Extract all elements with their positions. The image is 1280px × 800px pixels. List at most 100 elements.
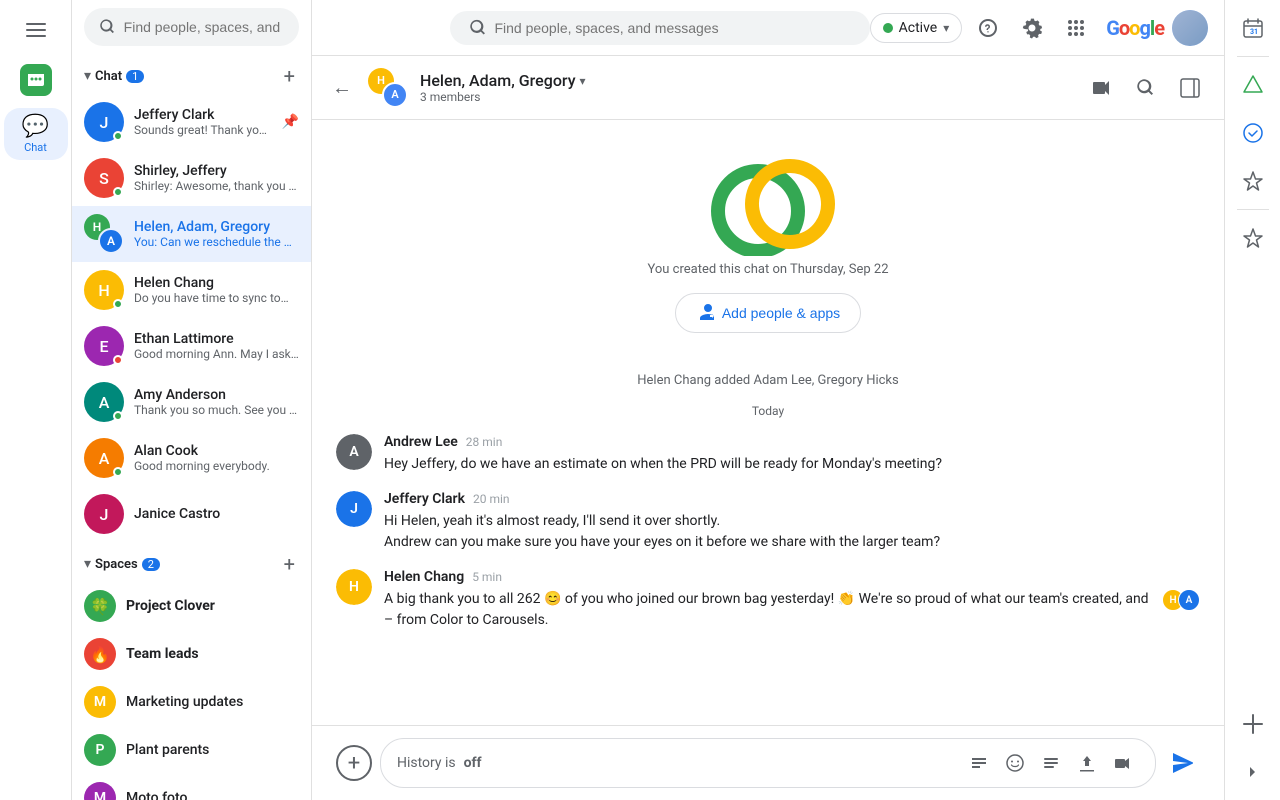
- upload-button[interactable]: [1071, 747, 1103, 779]
- keep-button[interactable]: [1233, 161, 1273, 201]
- space-icon: M: [84, 782, 116, 800]
- chat-name: Janice Castro: [134, 506, 299, 522]
- drive-button[interactable]: [1233, 65, 1273, 105]
- global-search-input[interactable]: [494, 20, 849, 36]
- sidebar-search-container: [72, 0, 311, 54]
- spaces-section-header[interactable]: ▾ Spaces 2 +: [72, 542, 311, 582]
- tasks-button[interactable]: [1233, 113, 1273, 153]
- user-avatar-button[interactable]: [1172, 10, 1208, 46]
- status-chevron: ▾: [943, 21, 949, 35]
- message-text-2: Andrew can you make sure you have your e…: [384, 532, 1200, 553]
- spaces-section-title: Spaces: [95, 557, 138, 572]
- emoji-icon: [1006, 754, 1024, 772]
- left-navigation-rail: 💬 Chat: [0, 0, 72, 800]
- chat-preview: Do you have time to sync tomorrow mori..…: [134, 291, 299, 305]
- space-icon: 🍀: [84, 590, 116, 622]
- sender-name: Andrew Lee: [384, 434, 458, 450]
- expand-panel-button[interactable]: [1233, 752, 1273, 792]
- back-button[interactable]: ←: [328, 71, 356, 104]
- apps-button[interactable]: [1058, 10, 1094, 46]
- reaction-avatars: H A: [1166, 589, 1200, 611]
- chat-info: Shirley, Jeffery Shirley: Awesome, thank…: [134, 163, 299, 193]
- search-bar[interactable]: [84, 8, 299, 46]
- avatar-wrap: S: [84, 158, 124, 198]
- chat-section-header[interactable]: ▾ Chat 1 +: [72, 54, 311, 94]
- reaction-avatar-2: A: [1178, 589, 1200, 611]
- search-input[interactable]: [124, 19, 283, 35]
- global-search-bar[interactable]: [450, 11, 870, 45]
- chat-item-ethan-lattimore[interactable]: E Ethan Lattimore Good morning Ann. May …: [72, 318, 311, 374]
- avatar-wrap: A: [84, 382, 124, 422]
- sender-name: Helen Chang: [384, 569, 464, 585]
- global-search-icon: [470, 19, 487, 37]
- hamburger-menu-button[interactable]: [14, 8, 58, 56]
- chat-name: Amy Anderson: [134, 387, 299, 403]
- video-icon: [1091, 77, 1113, 99]
- chat-section-title: Chat: [95, 69, 122, 84]
- message-input-container[interactable]: History is off: [380, 738, 1156, 788]
- input-toolbar: [963, 747, 1139, 779]
- space-item-project-clover[interactable]: 🍀 Project Clover: [72, 582, 311, 630]
- chat-item-helen-chang[interactable]: H Helen Chang Do you have time to sync t…: [72, 262, 311, 318]
- pin-icon: 📌: [282, 114, 299, 130]
- toggle-sidebar-button[interactable]: [1172, 70, 1208, 106]
- settings-button[interactable]: [1014, 10, 1050, 46]
- avatar-wrap: H: [84, 270, 124, 310]
- chat-info: Jeffery Clark Sounds great! Thank you so…: [134, 107, 272, 137]
- message-text: Hey Jeffery, do we have an estimate on w…: [384, 454, 1200, 475]
- header-action-buttons: [1084, 70, 1208, 106]
- space-item-team-leads[interactable]: 🔥 Team leads: [72, 630, 311, 678]
- chat-unread-badge: 1: [126, 70, 144, 83]
- video-call-button[interactable]: [1084, 70, 1120, 106]
- online-status-dot: [113, 131, 123, 141]
- message-text: A big thank you to all 262 😊 of you who …: [384, 589, 1154, 631]
- chat-info: Helen Chang Do you have time to sync tom…: [134, 275, 299, 305]
- emoji-button[interactable]: [999, 747, 1031, 779]
- chat-section-chevron: ▾: [84, 68, 91, 84]
- chat-group-name[interactable]: Helen, Adam, Gregory ▾: [420, 71, 1072, 90]
- new-chat-button[interactable]: +: [280, 62, 299, 90]
- chat-item-amy-anderson[interactable]: A Amy Anderson Thank you so much. See yo…: [72, 374, 311, 430]
- format-text-button[interactable]: [963, 747, 995, 779]
- main-chat-area: Active ▾: [312, 0, 1224, 800]
- star-button[interactable]: [1233, 218, 1273, 258]
- add-people-label: Add people & apps: [722, 305, 840, 321]
- chat-preview: Good morning everybody.: [134, 459, 299, 473]
- online-status-dot: [113, 467, 123, 477]
- chat-item-janice-castro[interactable]: J Janice Castro: [72, 486, 311, 542]
- chat-item-shirley-jeffery[interactable]: S Shirley, Jeffery Shirley: Awesome, tha…: [72, 150, 311, 206]
- chat-info: Ethan Lattimore Good morning Ann. May I …: [134, 331, 299, 361]
- message-group-jeffery: J Jeffery Clark 20 min Hi Helen, yeah it…: [336, 491, 1200, 553]
- space-item-moto-foto[interactable]: M Moto foto: [72, 774, 311, 800]
- send-button[interactable]: [1164, 745, 1200, 781]
- chat-search-button[interactable]: [1128, 70, 1164, 106]
- chat-item-helen-adam-gregory[interactable]: H A Helen, Adam, Gregory You: Can we res…: [72, 206, 311, 262]
- avatar: J: [84, 494, 124, 534]
- video-message-button[interactable]: [1107, 747, 1139, 779]
- more-options-icon: [1042, 754, 1060, 772]
- chat-preview: Thank you so much. See you there.: [134, 403, 299, 417]
- space-name: Project Clover: [126, 598, 215, 614]
- add-attachment-button[interactable]: +: [336, 745, 372, 781]
- sidebar-item-chat[interactable]: 💬 Chat: [4, 108, 68, 160]
- status-dropdown[interactable]: Active ▾: [870, 13, 963, 43]
- message-time: 5 min: [472, 570, 502, 584]
- space-item-marketing-updates[interactable]: M Marketing updates: [72, 678, 311, 726]
- members-count: 3 members: [420, 90, 1072, 104]
- add-people-button[interactable]: Add people & apps: [675, 293, 861, 333]
- add-app-button[interactable]: [1233, 704, 1273, 744]
- new-space-button[interactable]: +: [280, 550, 299, 578]
- history-indicator: History is off: [397, 755, 482, 771]
- message-content: Jeffery Clark 20 min Hi Helen, yeah it's…: [384, 491, 1200, 553]
- calendar-button[interactable]: 31: [1233, 8, 1273, 48]
- chat-item-alan-cook[interactable]: A Alan Cook Good morning everybody.: [72, 430, 311, 486]
- chat-header-title: Helen, Adam, Gregory ▾ 3 members: [420, 71, 1072, 104]
- space-item-plant-parents[interactable]: P Plant parents: [72, 726, 311, 774]
- chat-item-jeffery-clark[interactable]: J Jeffery Clark Sounds great! Thank you …: [72, 94, 311, 150]
- more-options-button[interactable]: [1035, 747, 1067, 779]
- chat-created-text: You created this chat on Thursday, Sep 2…: [336, 262, 1200, 277]
- help-button[interactable]: [970, 10, 1006, 46]
- space-name: Moto foto: [126, 790, 187, 800]
- add-icon: [1242, 713, 1264, 735]
- group-chat-avatar: H A: [368, 68, 408, 108]
